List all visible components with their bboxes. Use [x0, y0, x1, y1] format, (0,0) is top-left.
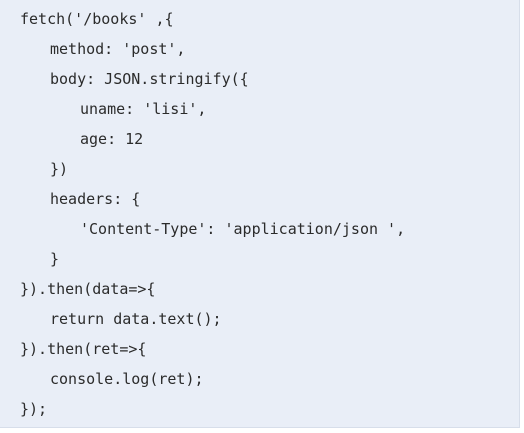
- code-line-close: });: [20, 400, 48, 418]
- code-line-headers: headers: {: [50, 190, 141, 208]
- code-line-body: body: JSON.stringify({: [50, 70, 249, 88]
- code-line-content-type: 'Content-Type': 'application/json ',: [80, 220, 406, 238]
- code-line-uname: uname: 'lisi',: [80, 100, 207, 118]
- code-line-method: method: 'post',: [50, 40, 186, 58]
- code-line-then-data: }).then(data=>{: [20, 280, 156, 298]
- code-block: fetch('/books' ,{ method: 'post', body: …: [0, 0, 520, 428]
- code-line-fetch-call: fetch('/books' ,{: [20, 10, 174, 28]
- code-line-headers-close: }: [50, 250, 60, 268]
- code-line-age: age: 12: [80, 130, 144, 148]
- code-line-console-log: console.log(ret);: [50, 370, 204, 388]
- code-line-return-text: return data.text();: [50, 310, 222, 328]
- code-line-then-ret: }).then(ret=>{: [20, 340, 147, 358]
- code-line-body-close: }): [50, 160, 69, 178]
